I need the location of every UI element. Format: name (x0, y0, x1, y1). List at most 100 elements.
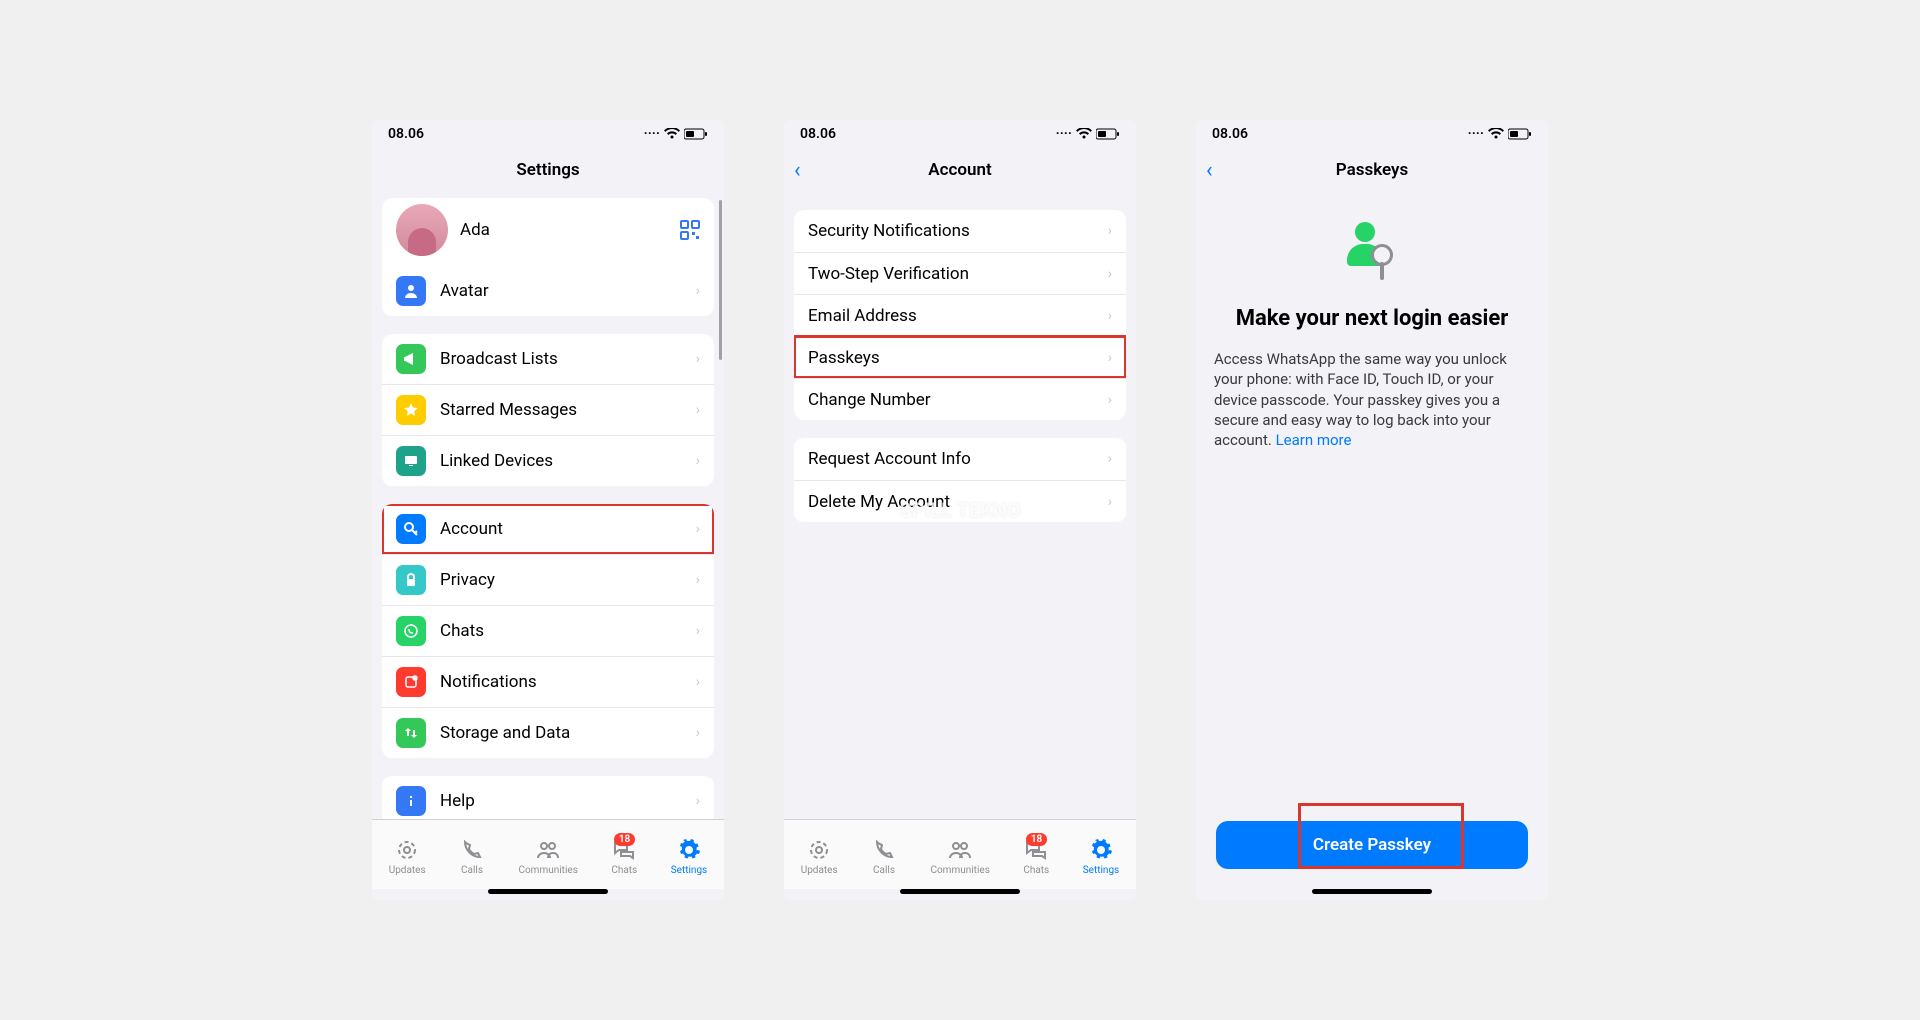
row-security-notifications[interactable]: Security Notifications › (794, 210, 1126, 252)
tab-label: Settings (1083, 865, 1120, 876)
create-passkey-button[interactable]: Create Passkey (1216, 821, 1528, 869)
lists-section: Broadcast Lists › Starred Messages › Lin… (382, 334, 714, 486)
nav-header: ‹ Passkeys (1196, 148, 1548, 192)
chevron-right-icon: › (1108, 223, 1112, 239)
chevron-right-icon: › (1108, 350, 1112, 366)
updates-icon (394, 837, 420, 863)
tab-calls[interactable]: Calls (459, 837, 485, 876)
row-label: Broadcast Lists (440, 349, 696, 369)
row-label: Change Number (808, 390, 1108, 410)
home-indicator[interactable] (900, 889, 1020, 894)
chevron-right-icon: › (696, 453, 700, 469)
wifi-icon (664, 128, 680, 140)
status-time: 08.06 (388, 126, 424, 142)
row-label: Avatar (440, 281, 696, 301)
arrows-up-down-icon (396, 718, 426, 748)
row-label: Storage and Data (440, 723, 696, 743)
chevron-right-icon: › (696, 793, 700, 809)
tab-communities[interactable]: Communities (518, 837, 577, 876)
chevron-right-icon: › (1108, 451, 1112, 467)
profile-row[interactable]: Ada (382, 198, 714, 266)
notification-square-icon (396, 667, 426, 697)
tab-communities[interactable]: Communities (930, 837, 989, 876)
gear-icon (1088, 837, 1114, 863)
nav-header: Settings (372, 148, 724, 192)
row-label: Help (440, 791, 696, 811)
row-delete-account[interactable]: Delete My Account › (794, 480, 1126, 522)
status-bar: 08.06 ···· (784, 120, 1136, 148)
row-passkeys[interactable]: Passkeys › (794, 336, 1126, 378)
signal-dots-icon: ···· (1056, 126, 1072, 142)
back-button[interactable]: ‹ (794, 158, 801, 183)
phone-passkeys: 08.06 ···· ‹ Passkeys Make your next log… (1196, 120, 1548, 900)
tab-settings[interactable]: Settings (1083, 837, 1120, 876)
row-chats[interactable]: Chats › (382, 605, 714, 656)
account-section: Account › Privacy › Chats › (382, 504, 714, 758)
row-account[interactable]: Account › (382, 504, 714, 554)
passkeys-content: Make your next login easier Access Whats… (1196, 192, 1548, 889)
chevron-right-icon: › (696, 402, 700, 418)
avatar-icon (396, 276, 426, 306)
row-linked-devices[interactable]: Linked Devices › (382, 435, 714, 486)
row-privacy[interactable]: Privacy › (382, 554, 714, 605)
phone-icon (871, 837, 897, 863)
tab-calls[interactable]: Calls (871, 837, 897, 876)
megaphone-icon (396, 344, 426, 374)
row-avatar[interactable]: Avatar › (382, 266, 714, 316)
signal-dots-icon: ···· (1468, 126, 1484, 142)
home-indicator[interactable] (488, 889, 608, 894)
row-request-info[interactable]: Request Account Info › (794, 438, 1126, 480)
page-title: Settings (516, 160, 579, 180)
wifi-icon (1488, 128, 1504, 140)
whatsapp-icon (396, 616, 426, 646)
tab-label: Chats (1023, 865, 1049, 876)
settings-content: Ada Avatar › Broadcast Lists › (372, 192, 724, 819)
tab-label: Updates (389, 865, 426, 876)
nav-header: ‹ Account (784, 148, 1136, 192)
hero-description: Access WhatsApp the same way you unlock … (1214, 349, 1530, 450)
battery-icon (1096, 128, 1120, 140)
row-starred[interactable]: Starred Messages › (382, 384, 714, 435)
row-storage[interactable]: Storage and Data › (382, 707, 714, 758)
tab-chats[interactable]: 18 Chats (1023, 837, 1049, 876)
tab-settings[interactable]: Settings (671, 837, 708, 876)
scroll-indicator[interactable] (719, 200, 722, 360)
learn-more-link[interactable]: Learn more (1276, 431, 1352, 449)
tab-label: Chats (611, 865, 637, 876)
row-notifications[interactable]: Notifications › (382, 656, 714, 707)
tab-chats[interactable]: 18 Chats (611, 837, 637, 876)
row-label: Privacy (440, 570, 696, 590)
hero-desc-text: Access WhatsApp the same way you unlock … (1214, 350, 1507, 449)
lock-icon (396, 565, 426, 595)
passkey-hero: Make your next login easier Access Whats… (1206, 192, 1538, 450)
signal-dots-icon: ···· (644, 126, 660, 142)
page-title: Passkeys (1336, 160, 1408, 180)
home-indicator[interactable] (1312, 889, 1432, 894)
phone-settings: 08.06 ···· Settings Ada Avatar › (372, 120, 724, 900)
chevron-right-icon: › (1108, 266, 1112, 282)
tab-label: Communities (518, 865, 577, 876)
row-label: Chats (440, 621, 696, 641)
tab-label: Settings (671, 865, 708, 876)
account-section-1: Security Notifications › Two-Step Verifi… (794, 210, 1126, 420)
chevron-right-icon: › (696, 351, 700, 367)
chats-badge: 18 (614, 833, 635, 846)
hero-title: Make your next login easier (1236, 306, 1509, 331)
row-label: Passkeys (808, 348, 1108, 368)
row-change-number[interactable]: Change Number › (794, 378, 1126, 420)
tab-updates[interactable]: Updates (389, 837, 426, 876)
row-two-step[interactable]: Two-Step Verification › (794, 252, 1126, 294)
profile-name: Ada (460, 220, 680, 240)
chevron-right-icon: › (696, 572, 700, 588)
qr-icon[interactable] (680, 220, 700, 240)
back-button[interactable]: ‹ (1206, 158, 1213, 183)
star-icon (396, 395, 426, 425)
avatar (396, 204, 448, 256)
tab-updates[interactable]: Updates (801, 837, 838, 876)
row-broadcast[interactable]: Broadcast Lists › (382, 334, 714, 384)
row-help[interactable]: Help › (382, 776, 714, 819)
row-email[interactable]: Email Address › (794, 294, 1126, 336)
account-section-2: Request Account Info › Delete My Account… (794, 438, 1126, 522)
phone-icon (459, 837, 485, 863)
status-time: 08.06 (1212, 126, 1248, 142)
